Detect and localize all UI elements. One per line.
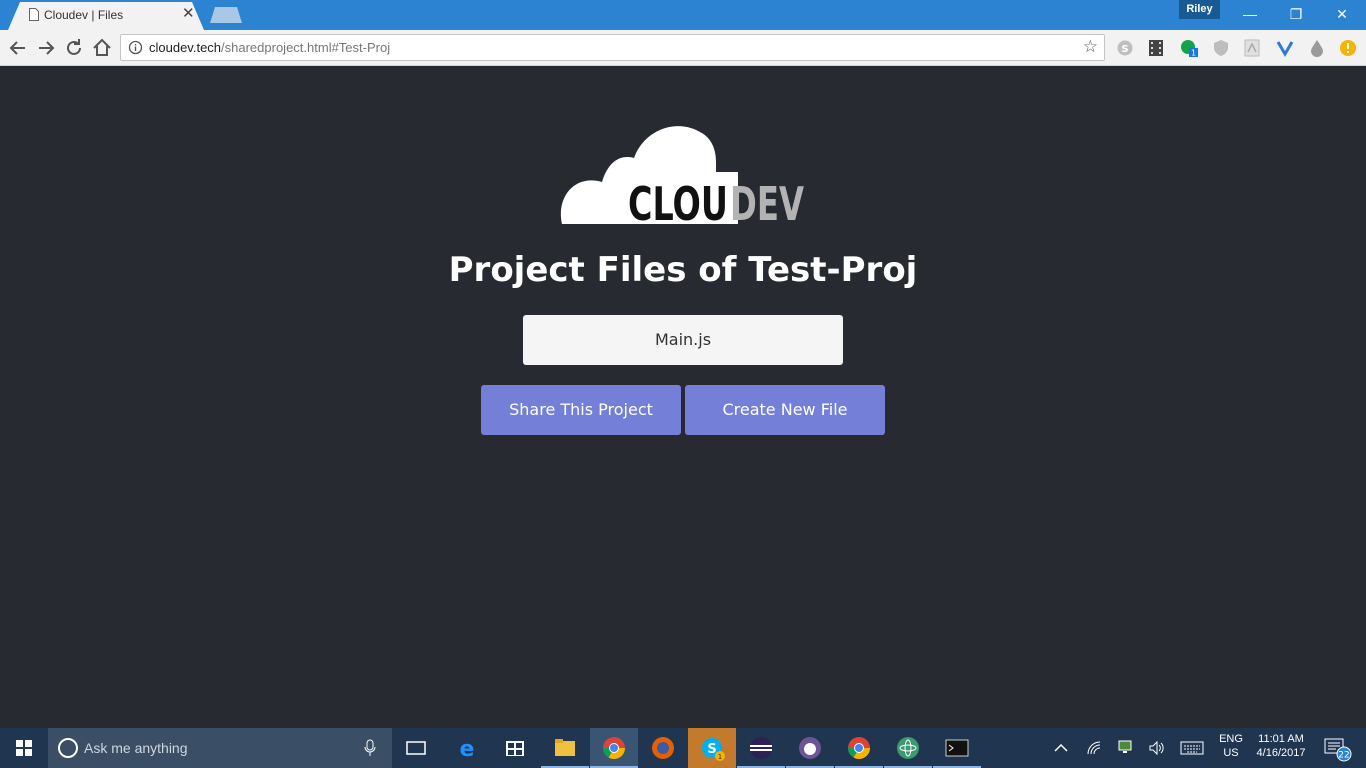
store-icon[interactable] [491, 728, 539, 768]
close-window-button[interactable]: ✕ [1319, 0, 1365, 30]
language-line-1: ENG [1219, 733, 1243, 745]
logo-text-light: DEV [730, 177, 804, 228]
tab-title: Cloudev | Files [44, 8, 124, 22]
new-tab-button[interactable] [210, 7, 242, 23]
browser-toolbar: cloudev.tech/sharedproject.html#Test-Pro… [0, 30, 1366, 66]
vimium-icon[interactable] [1276, 39, 1294, 57]
windows-taskbar: Ask me anything e S 1 ENG US 11:01 AM 4/… [0, 728, 1366, 768]
svg-text:e: e [460, 737, 475, 762]
chrome-icon[interactable] [590, 728, 638, 768]
clock-time: 11:01 AM [1258, 733, 1304, 745]
language-indicator[interactable]: ENG US [1214, 733, 1248, 759]
wifi-icon[interactable] [1086, 740, 1102, 756]
skype-icon[interactable]: S [1116, 39, 1134, 57]
drop-icon[interactable] [1308, 39, 1326, 57]
task-view-icon[interactable] [392, 728, 440, 768]
windows-start-icon[interactable] [0, 728, 48, 768]
network-icon[interactable] [1117, 739, 1133, 755]
cortana-icon [58, 738, 78, 758]
action-center-icon[interactable]: 22 [1322, 736, 1354, 762]
home-icon[interactable] [90, 36, 114, 60]
tab-close-icon[interactable]: ✕ [182, 6, 195, 22]
terminal-icon[interactable] [933, 728, 981, 768]
warning-icon[interactable] [1339, 39, 1357, 57]
keyboard-icon[interactable] [1180, 741, 1204, 755]
file-explorer-icon[interactable] [541, 728, 589, 768]
clock-date: 4/16/2017 [1256, 747, 1306, 759]
chrome-icon[interactable] [835, 728, 883, 768]
volume-icon[interactable] [1148, 740, 1166, 756]
url-path: /sharedproject.html#Test-Proj [221, 40, 391, 55]
microphone-icon[interactable] [364, 739, 376, 757]
info-icon[interactable] [128, 40, 143, 55]
chevron-up-icon[interactable] [1053, 741, 1069, 755]
reload-icon[interactable] [62, 36, 86, 60]
skype-badge: 1 [718, 753, 722, 761]
edge-icon[interactable]: e [443, 728, 491, 768]
eclipse-icon[interactable] [737, 728, 785, 768]
firefox-icon[interactable] [639, 728, 687, 768]
file-item-main-js[interactable]: Main.js [523, 315, 843, 365]
back-arrow-icon[interactable] [6, 36, 30, 60]
clock[interactable]: 11:01 AM 4/16/2017 [1250, 733, 1312, 759]
profile-button[interactable]: Riley [1179, 0, 1220, 19]
address-bar[interactable]: cloudev.tech/sharedproject.html#Test-Pro… [120, 34, 1105, 61]
language-line-2: US [1223, 747, 1239, 759]
svg-text:S: S [1121, 44, 1128, 55]
film-icon[interactable] [1147, 39, 1165, 57]
browser-title-bar: Cloudev | Files ✕ Riley — ❐ ✕ [0, 0, 1366, 30]
cloudev-logo: CLOU DEV [560, 126, 804, 228]
pdf-icon[interactable] [1243, 39, 1261, 57]
atom-icon[interactable] [884, 728, 932, 768]
page-title: Project Files of Test-Proj [448, 250, 918, 290]
search-placeholder: Ask me anything [84, 740, 188, 756]
page-icon [29, 8, 39, 21]
restore-button[interactable]: ❐ [1273, 0, 1319, 30]
minimize-button[interactable]: — [1227, 0, 1273, 30]
url-host: cloudev.tech [149, 40, 222, 55]
github-icon[interactable] [786, 728, 834, 768]
url-text: cloudev.tech/sharedproject.html#Test-Pro… [149, 40, 390, 55]
create-file-button[interactable]: Create New File [685, 385, 885, 435]
shield-icon[interactable] [1212, 39, 1230, 57]
skype-icon[interactable]: S 1 [688, 728, 736, 768]
bookmark-star-icon[interactable]: ☆ [1083, 37, 1098, 57]
extension-badge: 1 [1191, 49, 1196, 58]
forward-arrow-icon[interactable] [34, 36, 58, 60]
notification-count: 22 [1338, 751, 1349, 761]
grammarly-icon[interactable]: 1 [1180, 39, 1198, 57]
share-project-button[interactable]: Share This Project [481, 385, 681, 435]
cortana-search-box[interactable]: Ask me anything [48, 728, 392, 768]
logo-text-dark: CLOU [628, 177, 728, 228]
